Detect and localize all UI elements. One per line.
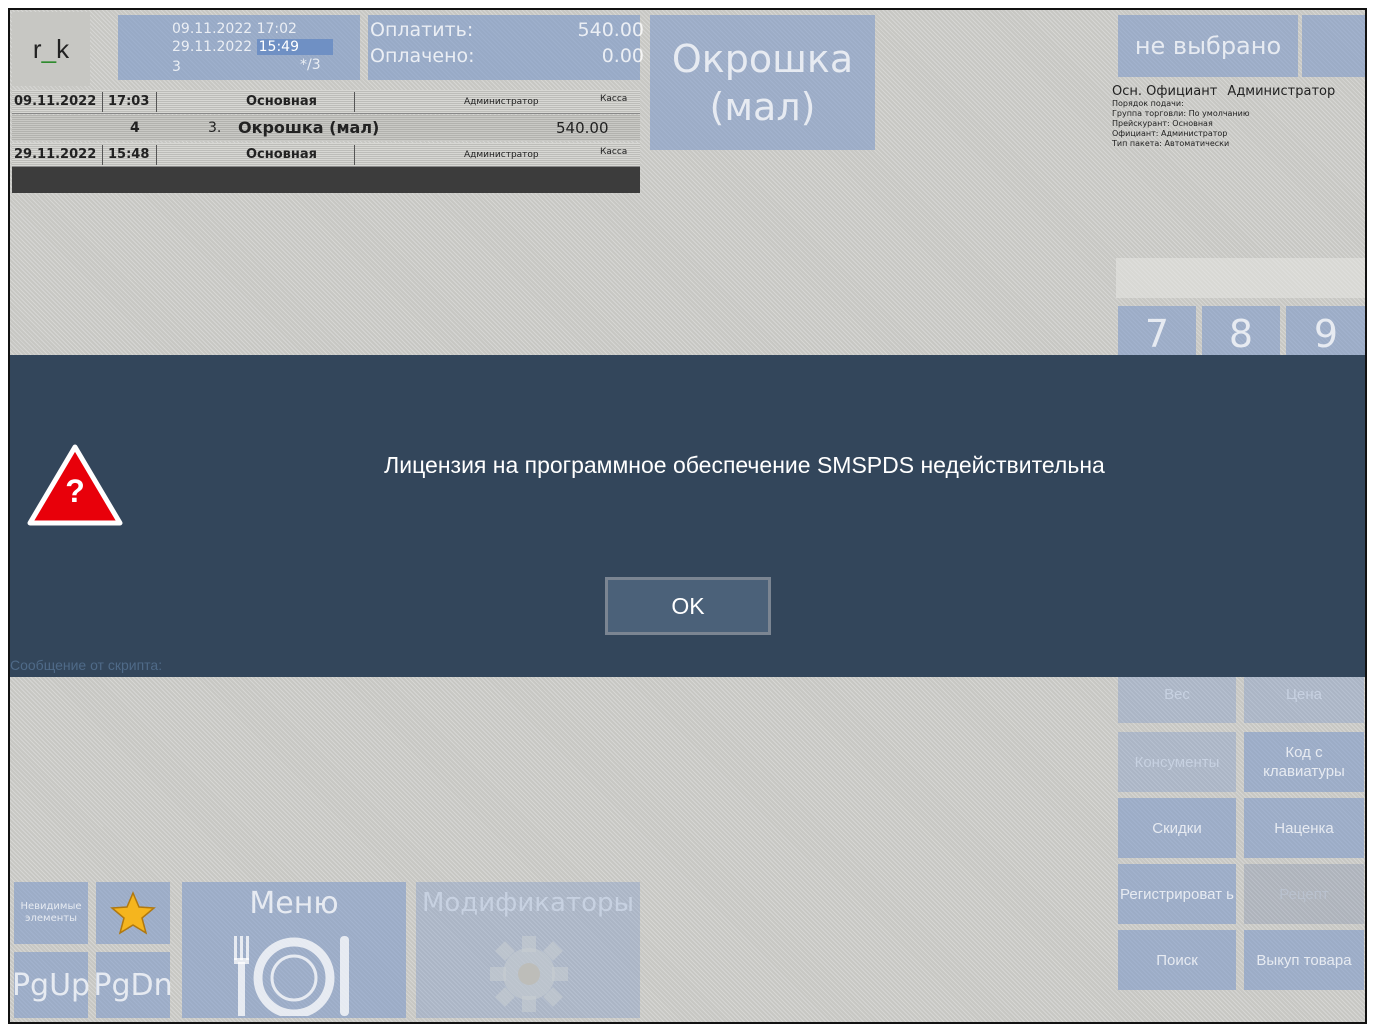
order-item-row[interactable]: 4 3. Окрошка (мал) 540.00 [12, 115, 640, 141]
header-date: 29.11.2022 [14, 147, 97, 162]
header-category: Основная [246, 147, 317, 162]
payment-panel: Оплатить: 540.00 Оплачено: 0.00 [368, 15, 644, 80]
dish-tile-line1: Окрошка [671, 36, 854, 81]
waiter-select-button[interactable]: не выбрано [1118, 15, 1298, 77]
guest-count: 3 [172, 59, 181, 75]
order-header-row[interactable]: 09.11.2022 17:03 Основная Администратор … [12, 90, 640, 114]
main-waiter-line: Осн. Официант Администратор [1112, 84, 1365, 99]
license-error-dialog: ? Лицензия на программное обеспечение SM… [10, 355, 1365, 677]
item-number: 3. [208, 120, 222, 136]
discounts-button[interactable]: Скидки [1118, 798, 1236, 858]
paid-label: Оплачено: [370, 45, 475, 67]
keyboard-code-button[interactable]: Код с клавиатуры [1244, 732, 1364, 792]
main-waiter-value: Администратор [1227, 84, 1336, 99]
buyback-button[interactable]: Выкуп товара [1244, 930, 1364, 990]
info-trade-group: Группа торговли: По умолчанию [1112, 109, 1250, 118]
order-dates-panel[interactable]: 09.11.2022 17:02 29.11.2022 15:49 3 */3 [118, 15, 360, 80]
order-info-panel: Осн. Официант Администратор Порядок пода… [1112, 84, 1365, 149]
main-waiter-label: Осн. Официант [1112, 84, 1218, 99]
pgdn-button[interactable]: PgDn [93, 952, 173, 1018]
logo-text-k: k [56, 33, 70, 64]
item-name: Окрошка (мал) [238, 118, 380, 137]
star-icon [110, 891, 156, 935]
ok-button[interactable]: OK [605, 577, 771, 635]
script-message-label: Сообщение от скрипта: [10, 657, 163, 673]
open-date: 09.11.2022 17:02 [172, 21, 297, 37]
item-price: 540.00 [556, 119, 609, 137]
current-date-day: 29.11.2022 [172, 39, 253, 55]
logo: r _ k [12, 12, 90, 86]
info-waiter: Официант: Администратор [1112, 129, 1228, 138]
modifiers-button[interactable]: Модификаторы [416, 882, 640, 1018]
info-serving-order: Порядок подачи: [1112, 99, 1184, 108]
order-header-row-2[interactable]: 29.11.2022 15:48 Основная Администратор … [12, 143, 640, 167]
logo-text-r: r [32, 33, 42, 64]
header-category: Основная [246, 94, 317, 109]
recipe-button[interactable]: Рецепт [1244, 864, 1364, 924]
header-time: 15:48 [108, 147, 150, 162]
dish-tile-line2: (мал) [709, 84, 816, 129]
plate-cutlery-icon [234, 936, 349, 1016]
header-waiter: Администратор [464, 97, 539, 107]
current-time: 15:49 [256, 39, 333, 55]
gear-icon [490, 936, 568, 1012]
numeric-entry-field[interactable] [1116, 258, 1365, 298]
menu-label: Меню [249, 886, 339, 921]
header-date: 09.11.2022 [14, 94, 97, 109]
info-package-type: Тип пакета: Автоматически [1112, 139, 1230, 148]
weight-button[interactable]: Вес [1118, 677, 1236, 723]
header-time: 17:03 [108, 94, 150, 109]
price-button[interactable]: Цена [1244, 677, 1364, 723]
info-price-list: Прейскурант: Основная [1112, 119, 1213, 128]
dish-tile-okroshka[interactable]: Окрошка (мал) [650, 15, 875, 150]
invisible-elements-button[interactable]: Невидимые элементы [14, 882, 88, 944]
paid-value: 0.00 [601, 45, 644, 67]
header-waiter: Администратор [464, 150, 539, 160]
to-pay-value: 540.00 [577, 19, 644, 41]
to-pay-label: Оплатить: [370, 19, 474, 41]
consumables-button[interactable]: Консументы [1118, 732, 1236, 792]
order-selection-bar[interactable] [12, 167, 640, 193]
header-station: Касса [600, 94, 628, 104]
current-date: 29.11.2022 15:49 [172, 39, 333, 55]
modifiers-label: Модификаторы [421, 888, 635, 918]
markup-button[interactable]: Наценка [1244, 798, 1364, 858]
table-number: */3 [300, 57, 321, 73]
header-station: Касса [600, 147, 628, 157]
item-qty: 4 [130, 120, 140, 136]
register-button[interactable]: Регистрироват ь [1118, 864, 1236, 924]
logo-text-underscore: _ [41, 33, 57, 64]
search-button[interactable]: Поиск [1118, 930, 1236, 990]
menu-button[interactable]: Меню [182, 882, 406, 1018]
pos-window: r _ k 09.11.2022 17:02 29.11.2022 15:49 3 … [8, 8, 1367, 1024]
favorites-button[interactable] [96, 882, 170, 944]
dialog-message: Лицензия на программное обеспечение SMSP… [384, 452, 1105, 478]
pgup-button[interactable]: PgUp [12, 952, 90, 1018]
waiter-extra-button[interactable] [1302, 15, 1365, 77]
